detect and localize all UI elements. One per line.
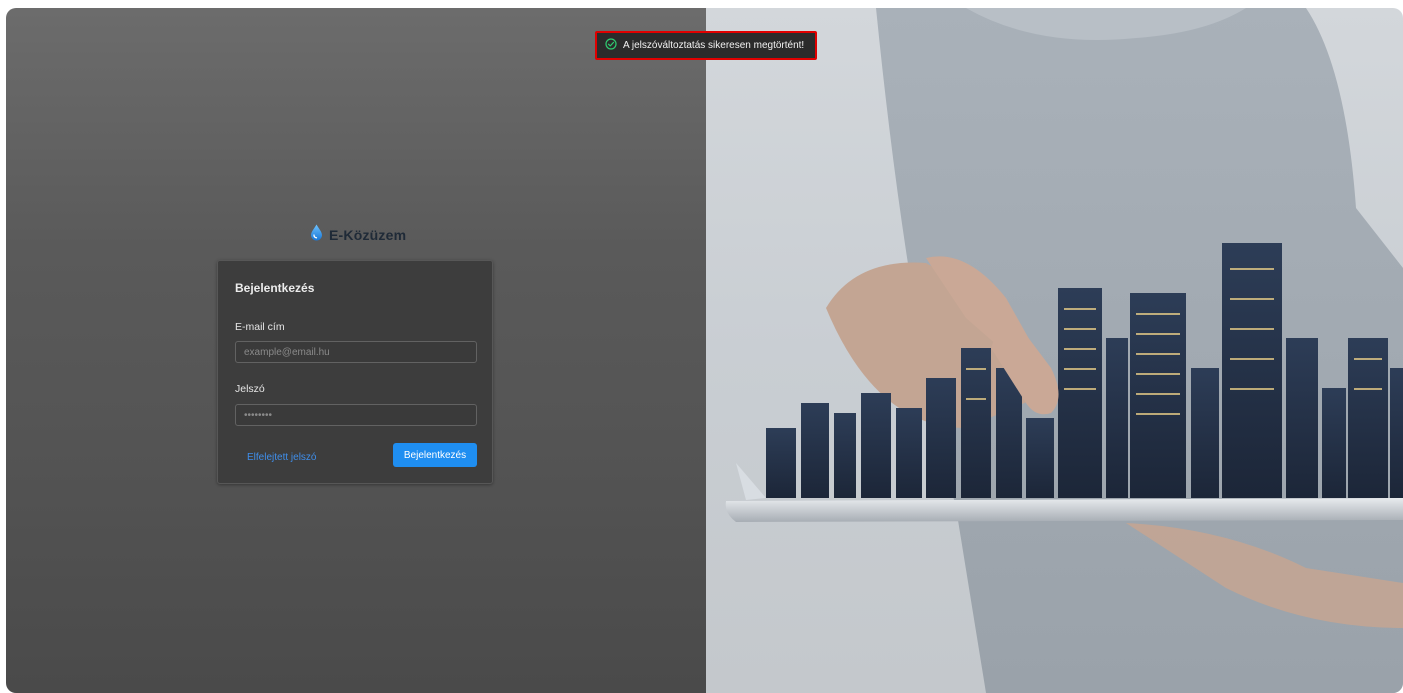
hero-illustration xyxy=(725,8,1403,693)
login-title: Bejelentkezés xyxy=(235,281,315,295)
brand-name: E-Közüzem xyxy=(329,227,407,243)
forgot-password-link[interactable]: Elfelejtett jelszó xyxy=(247,452,316,463)
brand-logo: E-Közüzem xyxy=(310,224,406,246)
success-toast: A jelszóváltoztatás sikeresen megtörtént… xyxy=(595,31,817,60)
login-panel: E-Közüzem Bejelentkezés E-mail cím Jelsz… xyxy=(6,8,706,693)
email-label: E-mail cím xyxy=(235,321,285,333)
login-button[interactable]: Bejelentkezés xyxy=(393,443,477,467)
hero-image xyxy=(706,8,1403,693)
water-drop-icon xyxy=(310,224,323,246)
login-page: E-Közüzem Bejelentkezés E-mail cím Jelsz… xyxy=(6,8,1403,693)
email-input[interactable] xyxy=(235,341,477,363)
password-input[interactable] xyxy=(235,404,477,426)
login-card: Bejelentkezés E-mail cím Jelszó Elfelejt… xyxy=(217,260,493,484)
toast-message: A jelszóváltoztatás sikeresen megtörtént… xyxy=(623,40,805,51)
password-label: Jelszó xyxy=(235,383,265,395)
check-circle-icon xyxy=(605,37,617,55)
